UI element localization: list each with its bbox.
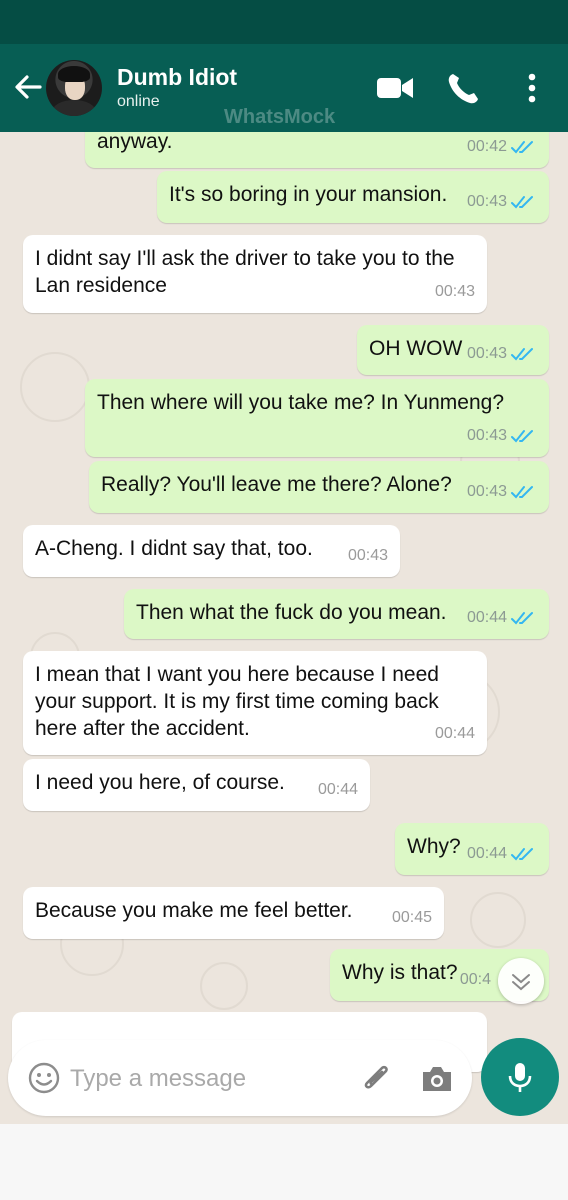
message-meta: 00:44 (435, 720, 475, 747)
message-bubble-outgoing[interactable]: Then what the fuck do you mean. 00:44 (124, 589, 549, 639)
camera-icon[interactable] (418, 1060, 456, 1098)
message-bubble-incoming[interactable]: Because you make me feel better. 00:45 (23, 887, 444, 939)
message-meta: 00:43 (435, 278, 475, 305)
status-bar (0, 0, 568, 44)
message-input[interactable]: Type a message (70, 1065, 246, 1093)
message-meta: 00:44 (318, 776, 358, 803)
microphone-icon (508, 1063, 532, 1092)
message-time: 00:44 (466, 609, 507, 626)
message-time: 00:43 (466, 427, 507, 444)
message-time: 00:44 (434, 725, 475, 742)
message-time: 00:42 (466, 138, 507, 155)
message-bubble-incoming[interactable]: I mean that I want you here because I ne… (23, 651, 487, 755)
message-meta: 00:44 (467, 840, 537, 867)
message-time: 00:43 (347, 547, 388, 564)
message-list[interactable]: anyway. 00:42 It's so boring in your man… (0, 132, 568, 1124)
message-bubble-incoming[interactable]: A-Cheng. I didnt say that, too. 00:43 (23, 525, 400, 577)
message-text: Then where will you take me? In Yunmeng? (97, 391, 505, 414)
mic-button[interactable] (481, 1038, 559, 1116)
chat-header: Dumb Idiot online WhatsMock (0, 44, 568, 132)
scroll-to-bottom-button[interactable] (498, 958, 544, 1004)
message-meta: 00:43 (467, 188, 537, 215)
avatar[interactable] (46, 60, 102, 116)
read-ticks-icon (511, 140, 533, 153)
message-time: 00:4 (459, 971, 491, 988)
message-bubble-outgoing[interactable]: Really? You'll leave me there? Alone? 00… (89, 461, 549, 513)
read-ticks-icon (511, 485, 533, 498)
message-time: 00:43 (466, 483, 507, 500)
message-bubble-outgoing[interactable]: OH WOW 00:43 (357, 325, 549, 375)
read-ticks-icon (511, 347, 533, 360)
paperclip-icon[interactable] (358, 1060, 396, 1098)
message-bubble-incoming[interactable]: I need you here, of course. 00:44 (23, 759, 370, 811)
message-bubble-outgoing[interactable]: It's so boring in your mansion. 00:43 (157, 171, 549, 223)
read-ticks-icon (511, 195, 533, 208)
emoji-icon[interactable] (26, 1060, 62, 1096)
message-bubble-outgoing[interactable]: Then where will you take me? In Yunmeng?… (85, 379, 549, 457)
contact-name[interactable]: Dumb Idiot (117, 64, 237, 91)
message-meta: 00:42 (467, 133, 537, 160)
message-text: Because you make me feel better. (35, 899, 353, 922)
message-meta: 00:4 (460, 966, 491, 993)
message-bubble-outgoing[interactable]: anyway. 00:42 (85, 132, 549, 168)
read-ticks-icon (511, 611, 533, 624)
phone-icon[interactable] (444, 70, 484, 106)
message-time: 00:45 (391, 909, 432, 926)
message-text: I need you here, of course. (35, 771, 285, 794)
message-text: A-Cheng. I didnt say that, too. (35, 537, 313, 560)
message-meta: 00:43 (348, 542, 388, 569)
message-composer: Type a message (8, 1040, 472, 1116)
chevron-down-icon (512, 974, 530, 991)
message-meta: 00:43 (467, 340, 537, 367)
message-meta: 00:45 (392, 904, 432, 931)
bottom-area (0, 1124, 568, 1200)
message-time: 00:44 (466, 845, 507, 862)
message-meta: 00:43 (467, 478, 537, 505)
watermark: WhatsMock (224, 106, 336, 128)
video-call-icon[interactable] (375, 70, 415, 106)
arrow-left-icon[interactable] (10, 70, 44, 104)
read-ticks-icon (511, 847, 533, 860)
message-meta: 00:43 (467, 422, 537, 449)
message-text: I mean that I want you here because I ne… (35, 663, 439, 740)
message-bubble-incoming[interactable]: I didnt say I'll ask the driver to take … (23, 235, 487, 313)
message-text: I didnt say I'll ask the driver to take … (35, 247, 455, 297)
message-meta: 00:44 (467, 604, 537, 631)
contact-status: online (117, 93, 160, 110)
more-vertical-icon[interactable] (514, 70, 550, 106)
message-bubble-outgoing[interactable]: Why? 00:44 (395, 823, 549, 875)
message-time: 00:43 (466, 345, 507, 362)
read-ticks-icon (511, 429, 533, 442)
message-time: 00:43 (466, 193, 507, 210)
message-time: 00:43 (434, 283, 475, 300)
message-time: 00:44 (317, 781, 358, 798)
